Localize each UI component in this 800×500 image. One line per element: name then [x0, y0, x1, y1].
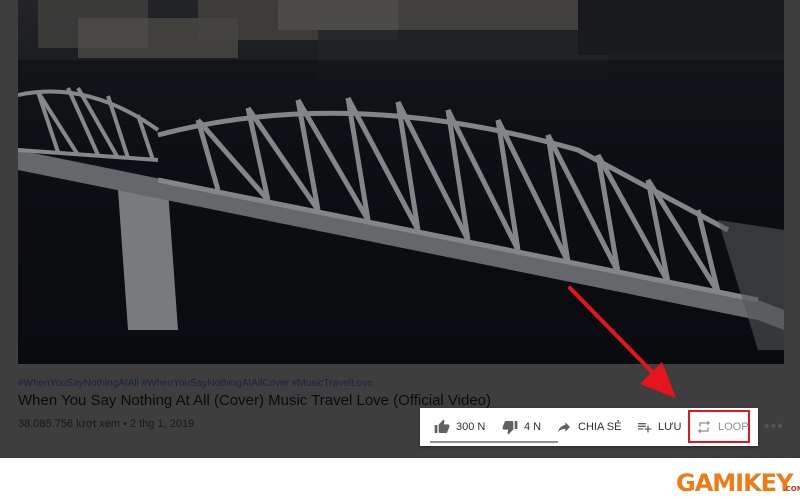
- share-button[interactable]: CHIA SẺ: [556, 408, 621, 446]
- playlist-add-icon: [638, 423, 652, 433]
- more-actions-button[interactable]: •••: [764, 418, 784, 436]
- watermark-suffix: .COM: [783, 485, 800, 493]
- hashtag-links[interactable]: #WhenYouSayNothingAtAll #WhenYouSayNothi…: [18, 378, 373, 389]
- save-label: LƯU: [658, 421, 682, 433]
- thumbs-up-icon: [434, 419, 450, 433]
- watermark-text: GAMIKEY: [676, 469, 793, 497]
- share-arrow-icon: [558, 422, 570, 433]
- share-label: CHIA SẺ: [578, 421, 622, 433]
- video-page: #WhenYouSayNothingAtAll #WhenYouSayNothi…: [0, 0, 800, 458]
- save-button[interactable]: LƯU: [636, 408, 681, 446]
- like-ratio-bar: [430, 441, 558, 443]
- video-title: When You Say Nothing At All (Cover) Musi…: [18, 392, 492, 409]
- bridge-scene: [18, 0, 784, 364]
- loop-highlight-box: [688, 410, 750, 443]
- thumbs-down-icon: [502, 421, 518, 435]
- gamikey-watermark: GAMIKEY .COM: [676, 469, 800, 497]
- dislike-count: 4 N: [524, 421, 542, 433]
- like-count: 300 N: [456, 421, 486, 433]
- view-count-date: 38.085.756 lượt xem • 2 thg 1, 2019: [18, 418, 195, 430]
- video-player[interactable]: [18, 0, 784, 364]
